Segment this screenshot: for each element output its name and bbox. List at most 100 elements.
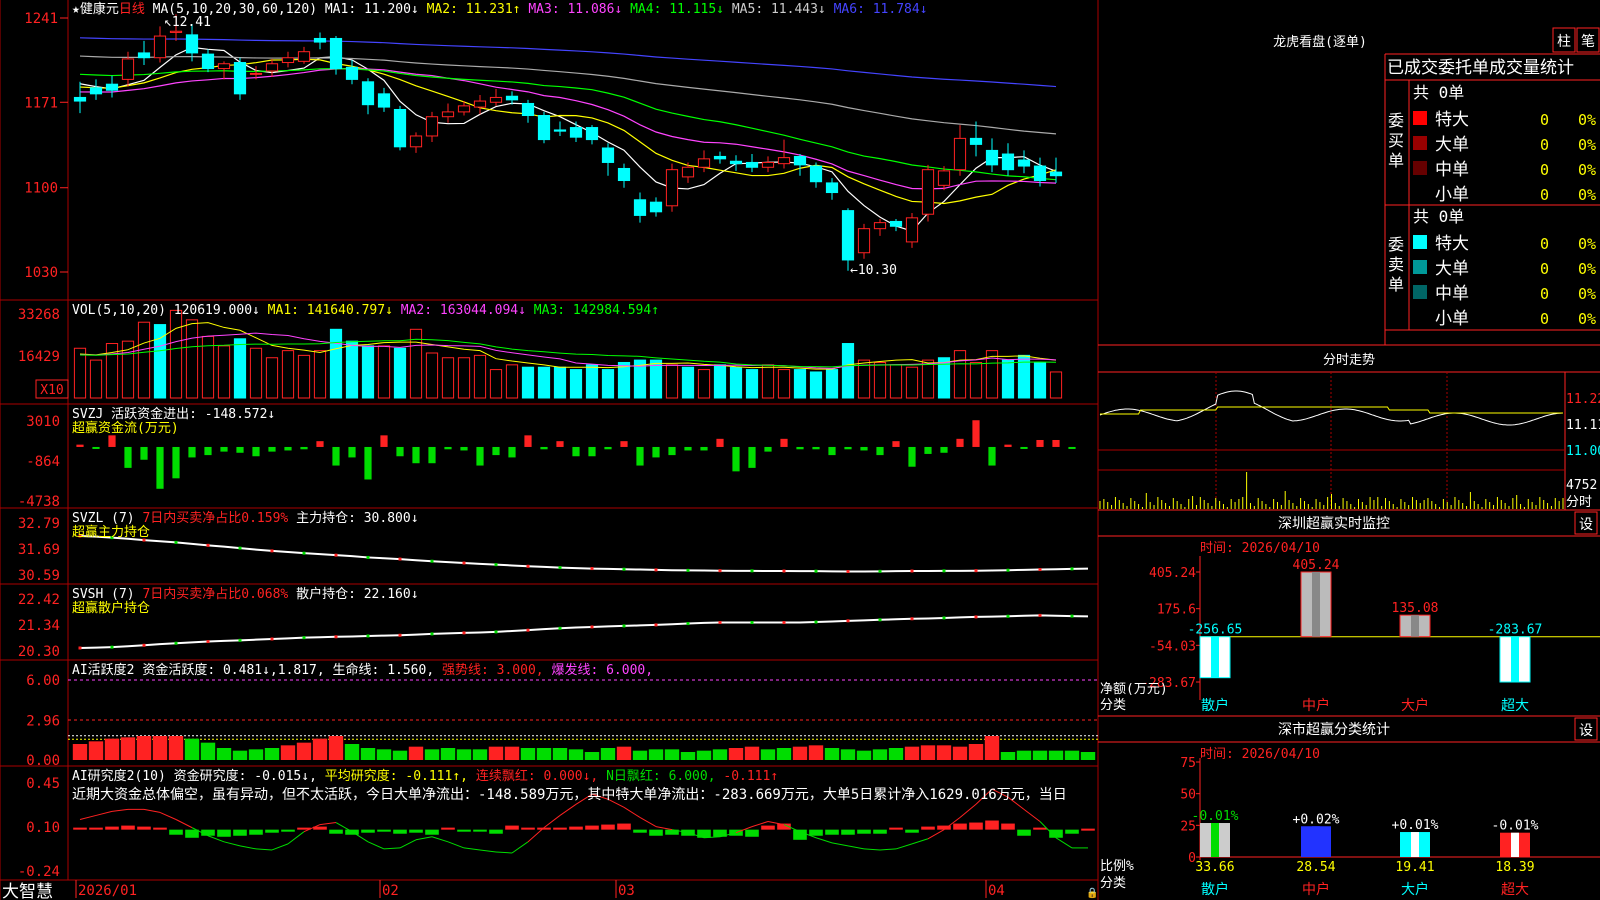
candle[interactable]	[953, 137, 967, 171]
research-bar[interactable]	[457, 829, 471, 832]
svzj-bar[interactable]	[92, 446, 100, 449]
research-bar[interactable]	[249, 829, 263, 835]
research-bar[interactable]	[889, 827, 903, 830]
svzj-bar[interactable]	[572, 446, 580, 457]
volume-bar[interactable]	[521, 366, 535, 399]
activity-bar[interactable]	[1064, 750, 1080, 760]
svzj-bar[interactable]	[476, 446, 484, 466]
activity-bar[interactable]	[1032, 750, 1048, 760]
activity-bar[interactable]	[536, 748, 552, 760]
research-bar[interactable]	[425, 829, 439, 835]
activity-bar[interactable]	[696, 750, 712, 760]
candle[interactable]	[249, 72, 263, 75]
research-bar[interactable]	[873, 829, 887, 834]
activity-bar[interactable]	[376, 749, 392, 760]
activity-bar[interactable]	[1080, 752, 1096, 760]
volume-bar[interactable]	[761, 364, 775, 399]
candle[interactable]	[1033, 165, 1047, 182]
svzj-bar[interactable]	[76, 444, 84, 447]
candle[interactable]	[905, 217, 919, 243]
research-bar[interactable]	[809, 829, 823, 836]
research-bar[interactable]	[121, 825, 135, 830]
research-bar[interactable]	[1017, 829, 1031, 836]
research-bar[interactable]	[185, 829, 199, 838]
candle[interactable]	[713, 155, 727, 160]
research-bar[interactable]	[361, 829, 375, 833]
activity-bar[interactable]	[232, 750, 248, 760]
volume-bar[interactable]	[681, 366, 695, 399]
activity-bar[interactable]	[776, 748, 792, 760]
activity-bar[interactable]	[952, 746, 968, 760]
activity-bar[interactable]	[184, 738, 200, 760]
research-bar[interactable]	[585, 825, 599, 830]
svzj-bar[interactable]	[652, 446, 660, 458]
activity-bar[interactable]	[856, 750, 872, 760]
activity-bar[interactable]	[440, 748, 456, 760]
volume-bar[interactable]	[921, 359, 935, 399]
research-bar[interactable]	[201, 829, 215, 836]
svzj-bar[interactable]	[236, 446, 244, 453]
activity-bar[interactable]	[600, 748, 616, 760]
svzj-bar[interactable]	[1036, 439, 1044, 447]
research-bar[interactable]	[857, 829, 871, 834]
volume-bar[interactable]	[473, 354, 487, 399]
activity-bar[interactable]	[200, 742, 216, 760]
research-bar[interactable]	[985, 820, 999, 830]
volume-bar[interactable]	[841, 343, 855, 399]
activity-bar[interactable]	[648, 749, 664, 760]
volume-bar[interactable]	[329, 328, 343, 399]
svzj-bar[interactable]	[796, 446, 804, 450]
svzj-bar[interactable]	[636, 446, 644, 466]
volume-bar[interactable]	[553, 366, 567, 399]
candle[interactable]	[921, 169, 935, 215]
activity-bar[interactable]	[920, 745, 936, 760]
candle[interactable]	[377, 93, 391, 108]
research-bar[interactable]	[1065, 829, 1079, 834]
candle[interactable]	[521, 102, 535, 117]
activity-bar[interactable]	[280, 745, 296, 760]
volume-bar[interactable]	[825, 369, 839, 399]
candle[interactable]	[537, 115, 551, 141]
activity-bar[interactable]	[568, 749, 584, 760]
svzj-bar[interactable]	[588, 446, 596, 457]
svzj-bar[interactable]	[348, 446, 356, 458]
activity-bar[interactable]	[728, 748, 744, 760]
candle[interactable]	[73, 96, 87, 102]
research-bar[interactable]	[217, 829, 231, 837]
candle[interactable]	[825, 182, 839, 194]
svzj-bar[interactable]	[284, 446, 292, 451]
svzj-bar[interactable]	[1020, 446, 1028, 449]
candle[interactable]	[105, 83, 119, 91]
volume-bar[interactable]	[185, 319, 199, 399]
volume-bar[interactable]	[265, 357, 279, 399]
research-bar[interactable]	[569, 826, 583, 830]
activity-bar[interactable]	[680, 752, 696, 760]
activity-bar[interactable]	[968, 744, 984, 760]
svzj-bar[interactable]	[316, 441, 324, 447]
svzj-bar[interactable]	[268, 446, 276, 452]
activity-bar[interactable]	[392, 750, 408, 760]
volume-bar[interactable]	[537, 366, 551, 399]
research-bar[interactable]	[329, 829, 343, 834]
activity-bar[interactable]	[888, 748, 904, 760]
volume-bar[interactable]	[361, 345, 375, 399]
volume-bar[interactable]	[297, 354, 311, 399]
svzj-bar[interactable]	[204, 446, 212, 456]
svzj-bar[interactable]	[940, 446, 948, 453]
activity-bar[interactable]	[664, 749, 680, 760]
activity-bar[interactable]	[248, 749, 264, 760]
candle[interactable]	[1001, 153, 1015, 171]
volume-bar[interactable]	[393, 347, 407, 399]
activity-bar[interactable]	[520, 748, 536, 760]
research-bar[interactable]	[1081, 828, 1095, 831]
volume-bar[interactable]	[809, 371, 823, 399]
volume-bar[interactable]	[1049, 371, 1063, 399]
activity-bar[interactable]	[472, 749, 488, 760]
stock-chart-canvas[interactable]: 1241 1171 1100 1030 ↖12.41 ←10.30 ★健康元日线 MA(5,…	[0, 0, 1600, 900]
candle[interactable]	[649, 201, 663, 213]
candle[interactable]	[777, 157, 791, 165]
candle[interactable]	[393, 108, 407, 148]
svzj-bar[interactable]	[556, 441, 564, 447]
svzj-bar[interactable]	[908, 446, 916, 467]
candle[interactable]	[121, 58, 135, 80]
